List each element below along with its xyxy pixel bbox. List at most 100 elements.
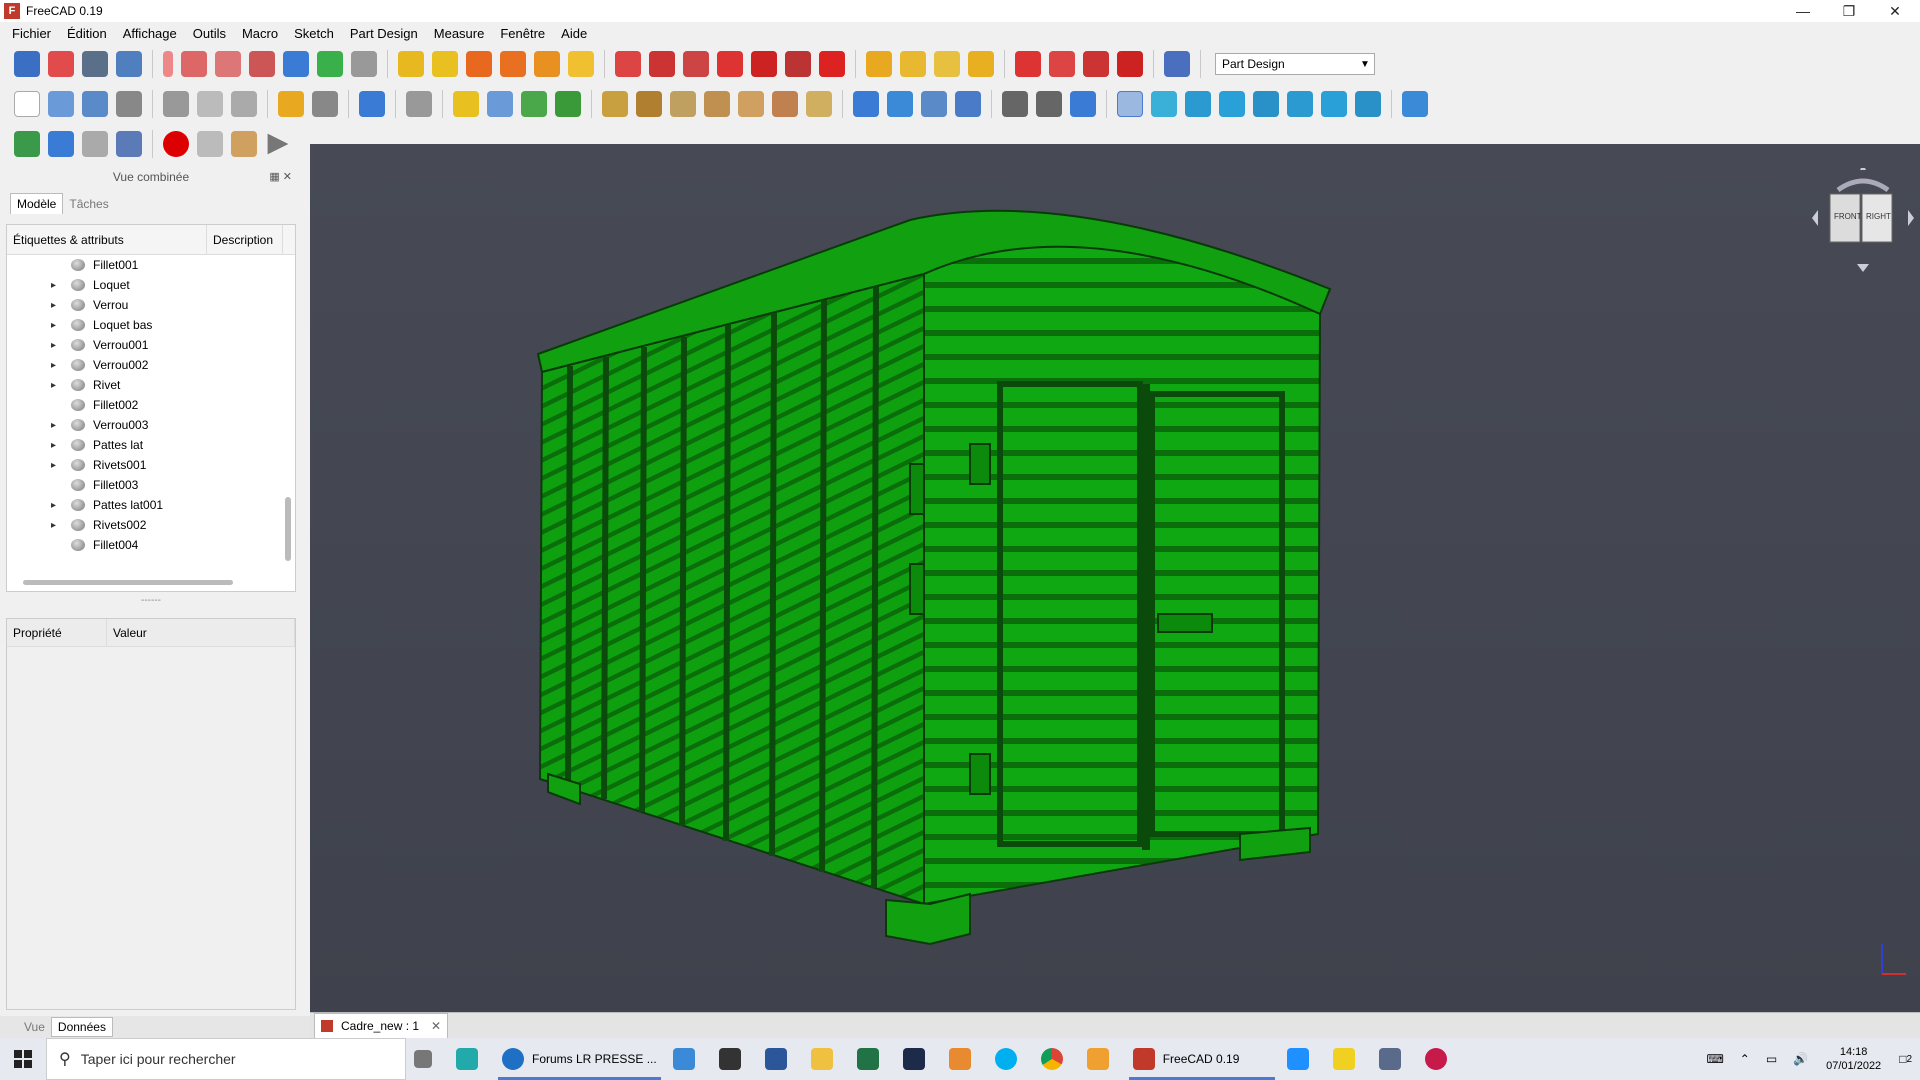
fit-selection-icon[interactable] (887, 91, 913, 117)
restore-button[interactable]: ❐ (1826, 0, 1872, 22)
taskbar-app-word[interactable] (757, 1038, 803, 1080)
taskbar-app-edge[interactable]: Forums LR PRESSE ... (494, 1038, 665, 1080)
linear-pattern-icon[interactable] (900, 51, 926, 77)
measure-distance-icon[interactable] (1402, 91, 1428, 117)
redo-icon[interactable] (312, 91, 338, 117)
expand-arrow-icon[interactable]: ▸ (51, 340, 56, 351)
taskbar-app-sticky[interactable] (1325, 1038, 1371, 1080)
tab-taches[interactable]: Tâches (63, 194, 114, 214)
mirror-icon[interactable] (116, 131, 142, 157)
taskbar-app-explorer[interactable] (803, 1038, 849, 1080)
expand-arrow-icon[interactable]: ▸ (51, 500, 56, 511)
expand-arrow-icon[interactable]: ▸ (51, 520, 56, 531)
revolution-icon[interactable] (432, 51, 458, 77)
cut-icon[interactable] (163, 91, 189, 117)
menu-aide[interactable]: Aide (553, 26, 595, 41)
rear-view-icon[interactable] (1287, 91, 1313, 117)
sync-view-icon[interactable] (1070, 91, 1096, 117)
tree-vertical-scrollbar[interactable] (283, 225, 293, 591)
additive-pipe-icon[interactable] (500, 51, 526, 77)
datum-plane-icon[interactable] (215, 51, 241, 77)
bounding-box-icon[interactable] (955, 91, 981, 117)
menu-measure[interactable]: Measure (426, 26, 493, 41)
expand-arrow-icon[interactable]: ▸ (51, 460, 56, 471)
additive-loft-icon[interactable] (466, 51, 492, 77)
additive-primitive-icon[interactable] (568, 51, 594, 77)
boolean-icon[interactable] (1164, 51, 1190, 77)
tree-horizontal-scrollbar[interactable] (13, 577, 283, 587)
multitransform-icon[interactable] (968, 51, 994, 77)
tree-item[interactable]: ▸ Rivet (7, 375, 295, 395)
local-cs-icon[interactable] (249, 51, 275, 77)
record-macro-icon[interactable] (163, 131, 189, 157)
expand-arrow-icon[interactable]: ▸ (51, 360, 56, 371)
tree-item[interactable]: ▸ Loquet (7, 275, 295, 295)
expand-arrow-icon[interactable]: ▸ (51, 440, 56, 451)
subtractive-primitive-icon[interactable] (819, 51, 845, 77)
right-view-icon[interactable] (1253, 91, 1279, 117)
edit-macro-icon[interactable] (231, 131, 257, 157)
copy-icon[interactable] (197, 91, 223, 117)
arrow-left-icon[interactable] (1002, 91, 1028, 117)
left-view-icon[interactable] (1355, 91, 1381, 117)
panel-float-close-icons[interactable]: ▦ ✕ (269, 170, 292, 183)
std-views-icon[interactable] (1117, 91, 1143, 117)
shape-icon[interactable] (82, 131, 108, 157)
validate-sketch-icon[interactable] (82, 51, 108, 77)
menu-part-design[interactable]: Part Design (342, 26, 426, 41)
menu-edition[interactable]: Édition (59, 26, 115, 41)
network-icon[interactable]: ▭ (1758, 1038, 1785, 1080)
expand-arrow-icon[interactable]: ▸ (51, 380, 56, 391)
tree-item[interactable]: Fillet004 (7, 535, 295, 555)
system-clock[interactable]: 14:18 07/01/2022 (1816, 1045, 1891, 1073)
taskbar-app-calculator[interactable] (1371, 1038, 1417, 1080)
taskbar-app-paint[interactable] (941, 1038, 987, 1080)
tree-header-labels[interactable]: Étiquettes & attributs (7, 225, 207, 254)
tree-item[interactable]: ▸ Verrou002 (7, 355, 295, 375)
chamfer-icon[interactable] (1049, 51, 1075, 77)
attach-sketch-icon[interactable] (116, 51, 142, 77)
volume-icon[interactable]: 🔊 (1785, 1038, 1816, 1080)
taskbar-app-freecad[interactable]: FreeCAD 0.19 (1125, 1038, 1279, 1080)
taskbar-app-excel[interactable] (849, 1038, 895, 1080)
additive-helix-icon[interactable] (534, 51, 560, 77)
keyboard-icon[interactable]: ⌨ (1698, 1038, 1731, 1080)
taskbar-search-box[interactable]: ⚲ Taper ici pour rechercher (46, 1038, 406, 1080)
tree-item[interactable]: ▸ Rivets002 (7, 515, 295, 535)
sketch-workbench-icon[interactable] (14, 131, 40, 157)
taskbar-app-chrome[interactable] (1033, 1038, 1079, 1080)
fillet-icon[interactable] (1015, 51, 1041, 77)
notifications-icon[interactable]: □ 2 (1891, 1038, 1920, 1080)
fit-all-icon[interactable] (853, 91, 879, 117)
taskbar-app-f[interactable] (1079, 1038, 1125, 1080)
tree-item[interactable]: ▸ Rivets001 (7, 455, 295, 475)
run-macro-icon[interactable] (267, 133, 289, 155)
groove-icon[interactable] (683, 51, 709, 77)
close-button[interactable]: ✕ (1872, 0, 1918, 22)
mirrored-icon[interactable] (866, 51, 892, 77)
prop-header-property[interactable]: Propriété (7, 619, 107, 646)
model-tree[interactable]: Étiquettes & attributs Description Fille… (6, 224, 296, 592)
stop-macro-icon[interactable] (197, 131, 223, 157)
create-part-icon[interactable] (453, 91, 479, 117)
tree-item[interactable]: ▸ Verrou001 (7, 335, 295, 355)
create-sketch-icon[interactable] (48, 51, 74, 77)
open-file-icon[interactable] (48, 91, 74, 117)
menu-macro[interactable]: Macro (234, 26, 286, 41)
expand-arrow-icon[interactable]: ▸ (51, 420, 56, 431)
tree-item[interactable]: Fillet002 (7, 395, 295, 415)
property-editor[interactable]: Propriété Valeur (6, 618, 296, 1010)
prop-header-value[interactable]: Valeur (107, 619, 295, 646)
tree-item[interactable]: ▸ Pattes lat (7, 435, 295, 455)
isometric-view-icon[interactable] (1151, 91, 1177, 117)
shape-binder-icon[interactable] (283, 51, 309, 77)
revolve-icon[interactable] (806, 91, 832, 117)
subtractive-loft-icon[interactable] (717, 51, 743, 77)
thickness-icon[interactable] (1117, 51, 1143, 77)
taskbar-app-snip[interactable] (448, 1038, 494, 1080)
task-view-button[interactable] (406, 1038, 448, 1080)
whats-this-icon[interactable] (406, 91, 432, 117)
3d-viewport[interactable]: FRONT RIGHT (310, 144, 1920, 1012)
menu-sketch[interactable]: Sketch (286, 26, 342, 41)
windows-start-button[interactable] (0, 1038, 46, 1080)
